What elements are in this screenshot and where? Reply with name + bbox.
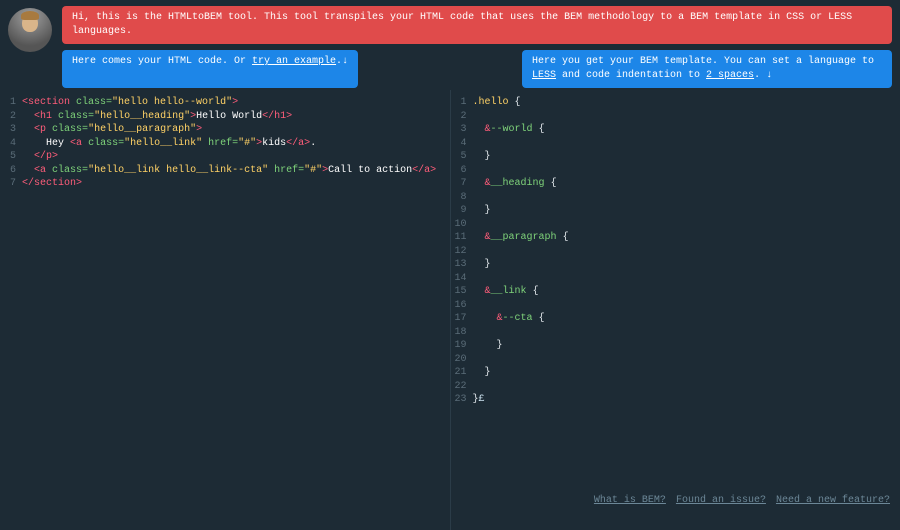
line-number: 5 bbox=[453, 150, 473, 164]
line-number: 4 bbox=[453, 137, 473, 151]
code-line[interactable]: 22 bbox=[451, 380, 900, 394]
code-line[interactable]: 20 bbox=[451, 353, 900, 367]
code-line[interactable]: 18 bbox=[451, 326, 900, 340]
code-line[interactable]: 8 bbox=[451, 191, 900, 205]
line-number: 8 bbox=[453, 191, 473, 205]
code-line[interactable]: 2 bbox=[451, 110, 900, 124]
line-number: 7 bbox=[453, 177, 473, 191]
code-line[interactable]: 4 bbox=[451, 137, 900, 151]
line-number: 21 bbox=[453, 366, 473, 380]
line-number: 2 bbox=[2, 110, 22, 124]
left-hint-bubble: Here comes your HTML code. Or try an exa… bbox=[62, 50, 358, 88]
line-number: 16 bbox=[453, 299, 473, 313]
code-line[interactable]: 3 <p class="hello__paragraph"> bbox=[0, 123, 450, 137]
line-number: 7 bbox=[2, 177, 22, 191]
line-number: 22 bbox=[453, 380, 473, 394]
footer-links: What is BEM? Found an issue? Need a new … bbox=[590, 495, 890, 506]
left-hint-prefix: Here comes your HTML code. Or bbox=[72, 56, 252, 67]
code-line[interactable]: 15 &__link { bbox=[451, 285, 900, 299]
line-number: 15 bbox=[453, 285, 473, 299]
line-number: 2 bbox=[453, 110, 473, 124]
code-line[interactable]: 4 Hey <a class="hello__link" href="#">ki… bbox=[0, 137, 450, 151]
code-line[interactable]: 11 &__paragraph { bbox=[451, 231, 900, 245]
line-number: 1 bbox=[453, 96, 473, 110]
line-number: 6 bbox=[2, 164, 22, 178]
code-line[interactable]: 1.hello { bbox=[451, 96, 900, 110]
code-line[interactable]: 21 } bbox=[451, 366, 900, 380]
code-line[interactable]: 14 bbox=[451, 272, 900, 286]
code-line[interactable]: 5 } bbox=[451, 150, 900, 164]
line-number: 5 bbox=[2, 150, 22, 164]
code-line[interactable]: 5 </p> bbox=[0, 150, 450, 164]
line-number: 4 bbox=[2, 137, 22, 151]
html-input-pane[interactable]: 1<section class="hello hello--world">2 <… bbox=[0, 90, 451, 530]
request-feature-link[interactable]: Need a new feature? bbox=[776, 495, 890, 506]
header: Hi, this is the HTMLtoBEM tool. This too… bbox=[0, 0, 900, 90]
code-line[interactable]: 6 bbox=[451, 164, 900, 178]
line-number: 20 bbox=[453, 353, 473, 367]
line-number: 10 bbox=[453, 218, 473, 232]
line-number: 13 bbox=[453, 258, 473, 272]
bem-output-pane[interactable]: 1.hello {23 &--world {45 }67 &__heading … bbox=[451, 90, 900, 530]
code-line[interactable]: 9 } bbox=[451, 204, 900, 218]
line-number: 3 bbox=[2, 123, 22, 137]
line-number: 12 bbox=[453, 245, 473, 259]
right-hint-mid: and code indentation to bbox=[556, 70, 706, 81]
line-number: 1 bbox=[2, 96, 22, 110]
line-number: 14 bbox=[453, 272, 473, 286]
code-line[interactable]: 16 bbox=[451, 299, 900, 313]
code-line[interactable]: 17 &--cta { bbox=[451, 312, 900, 326]
line-number: 6 bbox=[453, 164, 473, 178]
code-line[interactable]: 6 <a class="hello__link hello__link--cta… bbox=[0, 164, 450, 178]
intro-text: Hi, this is the HTMLtoBEM tool. This too… bbox=[72, 12, 852, 37]
code-line[interactable]: 7</section> bbox=[0, 177, 450, 191]
code-line[interactable]: 7 &__heading { bbox=[451, 177, 900, 191]
intro-bubble: Hi, this is the HTMLtoBEM tool. This too… bbox=[62, 6, 892, 44]
code-line[interactable]: 12 bbox=[451, 245, 900, 259]
code-line[interactable]: 19 } bbox=[451, 339, 900, 353]
indent-link[interactable]: 2 spaces bbox=[706, 70, 754, 81]
right-hint-bubble: Here you get your BEM template. You can … bbox=[522, 50, 892, 88]
code-line[interactable]: 13 } bbox=[451, 258, 900, 272]
code-line[interactable]: 3 &--world { bbox=[451, 123, 900, 137]
code-line[interactable]: 1<section class="hello hello--world"> bbox=[0, 96, 450, 110]
line-number: 18 bbox=[453, 326, 473, 340]
right-hint-prefix: Here you get your BEM template. You can … bbox=[532, 56, 874, 67]
avatar bbox=[8, 8, 52, 52]
try-example-link[interactable]: try an example bbox=[252, 56, 336, 67]
code-line[interactable]: 23}£ bbox=[451, 393, 900, 407]
language-link[interactable]: LESS bbox=[532, 70, 556, 81]
line-number: 19 bbox=[453, 339, 473, 353]
line-number: 9 bbox=[453, 204, 473, 218]
line-number: 17 bbox=[453, 312, 473, 326]
left-hint-suffix: .↓ bbox=[336, 56, 348, 67]
what-is-bem-link[interactable]: What is BEM? bbox=[594, 495, 666, 506]
line-number: 3 bbox=[453, 123, 473, 137]
code-line[interactable]: 2 <h1 class="hello__heading">Hello World… bbox=[0, 110, 450, 124]
right-hint-suffix: . ↓ bbox=[754, 70, 772, 81]
report-issue-link[interactable]: Found an issue? bbox=[676, 495, 766, 506]
code-line[interactable]: 10 bbox=[451, 218, 900, 232]
line-number: 23 bbox=[453, 393, 473, 407]
line-number: 11 bbox=[453, 231, 473, 245]
